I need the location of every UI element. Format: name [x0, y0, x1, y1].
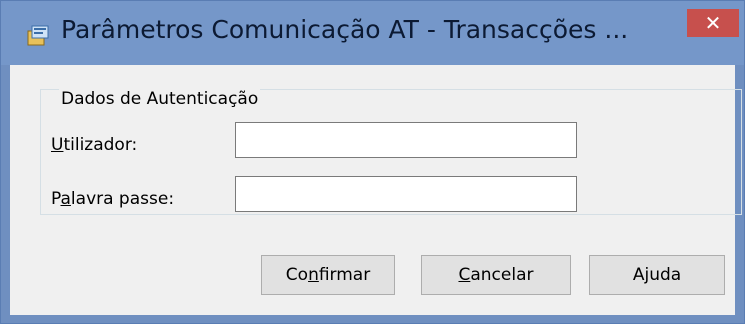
password-input[interactable]: [235, 176, 577, 212]
dialog-window: Parâmetros Comunicação AT - Transacções …: [0, 0, 745, 324]
user-label-mnemonic: U: [51, 135, 64, 155]
user-label-text: tilizador:: [63, 135, 138, 155]
user-label: Utilizador:: [51, 135, 137, 155]
help-label-text: uda: [649, 265, 682, 285]
help-label-pre: A: [632, 265, 645, 285]
app-icon: [27, 25, 49, 46]
password-label-pre: P: [51, 189, 61, 209]
dialog-body: Dados de Autenticação Utilizador: Palavr…: [10, 65, 742, 315]
help-button[interactable]: Ajuda: [589, 255, 725, 295]
close-icon: ✕: [704, 11, 722, 35]
auth-group-legend: Dados de Autenticação: [59, 89, 261, 109]
cancel-label-mnemonic: C: [458, 265, 471, 285]
window-title: Parâmetros Comunicação AT - Transacções …: [61, 15, 629, 44]
password-label-mnemonic: a: [60, 189, 71, 209]
confirm-label-mnemonic: n: [308, 265, 319, 285]
cancel-button[interactable]: Cancelar: [421, 255, 571, 295]
close-button[interactable]: ✕: [687, 9, 739, 37]
password-label-text: lavra passe:: [70, 189, 175, 209]
cancel-label-text: ancelar: [470, 265, 534, 285]
title-bar[interactable]: Parâmetros Comunicação AT - Transacções …: [1, 1, 744, 65]
user-input[interactable]: [235, 122, 577, 158]
password-label: Palavra passe:: [51, 189, 174, 209]
confirm-label-text: firmar: [318, 265, 371, 285]
confirm-button[interactable]: Confirmar: [261, 255, 395, 295]
confirm-label-pre: Co: [285, 265, 309, 285]
